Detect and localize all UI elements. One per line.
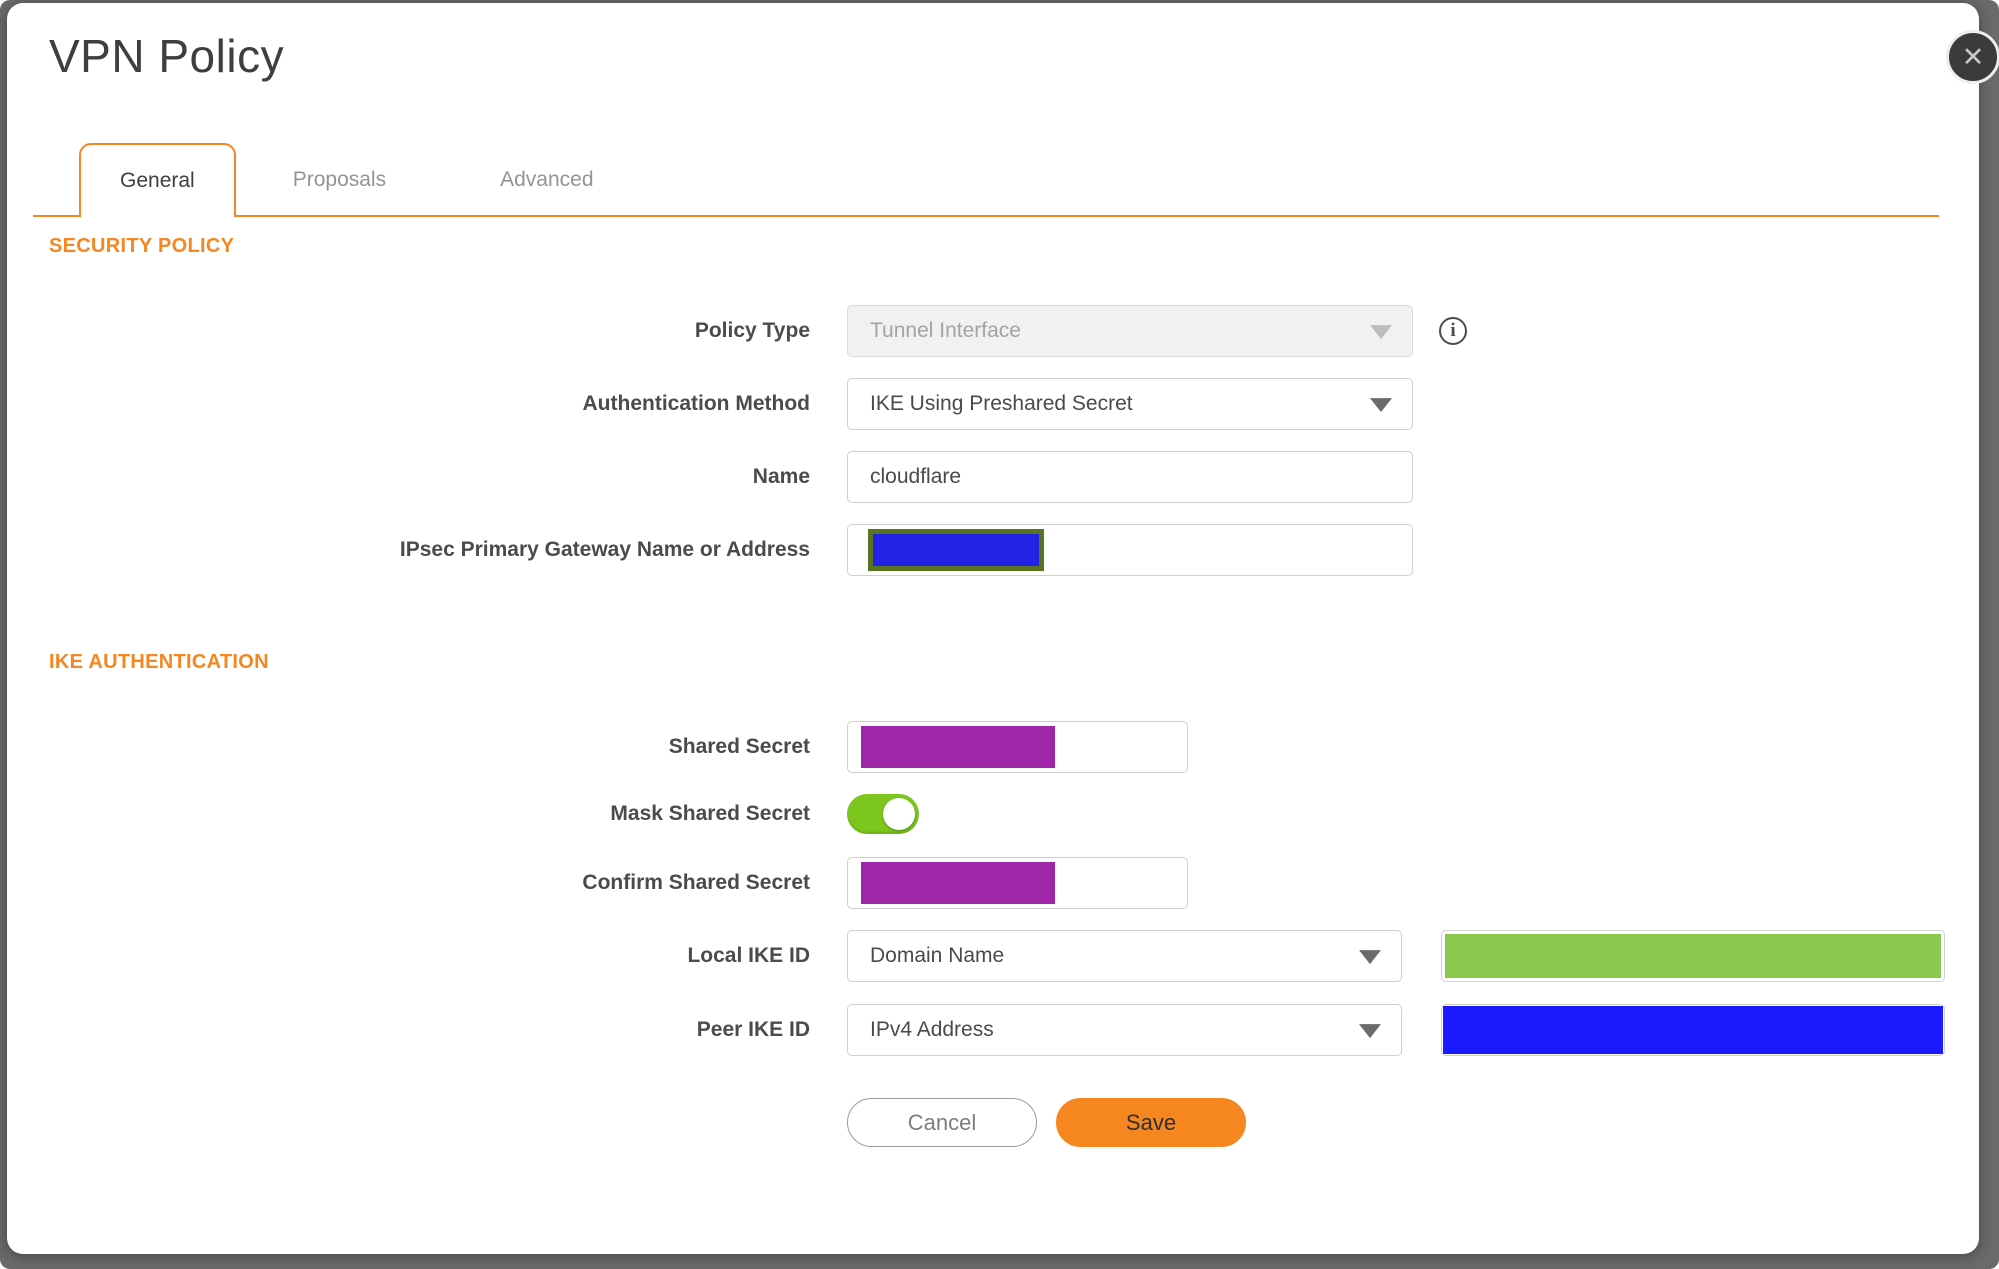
tab-proposals[interactable]: Proposals (236, 145, 443, 215)
shared-secret-row: Shared Secret (7, 721, 1979, 773)
local-ike-id-type: Domain Name (870, 944, 1005, 967)
save-button[interactable]: Save (1056, 1098, 1246, 1147)
peer-ike-id-value-field[interactable] (1441, 1004, 1945, 1056)
peer-ike-id-type: IPv4 Address (870, 1018, 994, 1041)
local-ike-id-value-field[interactable] (1441, 930, 1945, 982)
gateway-label: IPsec Primary Gateway Name or Address (399, 538, 810, 561)
tab-bar: General Proposals Advanced (33, 143, 1939, 217)
policy-type-select: Tunnel Interface (847, 305, 1413, 357)
toggle-knob (883, 798, 915, 830)
cancel-button[interactable]: Cancel (847, 1098, 1037, 1147)
gateway-input[interactable] (847, 524, 1413, 576)
name-input[interactable]: cloudflare (847, 451, 1413, 503)
chevron-down-icon (1359, 950, 1381, 965)
policy-type-value: Tunnel Interface (870, 319, 1021, 342)
action-buttons: Cancel Save (7, 1098, 1979, 1147)
shared-secret-label: Shared Secret (668, 735, 810, 758)
peer-ike-id-label: Peer IKE ID (696, 1018, 810, 1041)
local-ike-id-select[interactable]: Domain Name (847, 930, 1402, 982)
local-ike-id-row: Local IKE ID Domain Name (7, 930, 1979, 982)
redaction-block (868, 529, 1044, 571)
name-value: cloudflare (870, 465, 962, 488)
close-button[interactable]: ✕ (1946, 30, 1999, 84)
auth-method-value: IKE Using Preshared Secret (870, 392, 1133, 415)
redaction-block (861, 726, 1055, 768)
ike-authentication-heading: IKE AUTHENTICATION (49, 651, 269, 673)
redaction-block (1445, 934, 1941, 978)
chevron-down-icon (1370, 398, 1392, 413)
name-row: Name cloudflare (7, 451, 1979, 503)
auth-method-row: Authentication Method IKE Using Preshare… (7, 378, 1979, 430)
auth-method-label: Authentication Method (582, 392, 810, 415)
confirm-shared-secret-label: Confirm Shared Secret (582, 871, 810, 894)
tab-advanced[interactable]: Advanced (443, 145, 650, 215)
info-icon[interactable]: i (1439, 317, 1467, 345)
vpn-policy-dialog: VPN Policy General Proposals Advanced SE… (7, 3, 1979, 1254)
shared-secret-input[interactable] (847, 721, 1188, 773)
close-icon: ✕ (1961, 41, 1985, 72)
mask-shared-secret-row: Mask Shared Secret (7, 794, 1979, 834)
vpn-policy-page: VPN Policy General Proposals Advanced SE… (0, 0, 1999, 1269)
tab-general[interactable]: General (79, 143, 236, 217)
name-label: Name (752, 465, 810, 488)
security-policy-heading: SECURITY POLICY (49, 235, 235, 257)
peer-ike-id-select[interactable]: IPv4 Address (847, 1004, 1402, 1056)
auth-method-select[interactable]: IKE Using Preshared Secret (847, 378, 1413, 430)
mask-shared-secret-toggle[interactable] (847, 794, 919, 834)
mask-shared-secret-label: Mask Shared Secret (610, 802, 810, 825)
policy-type-row: Policy Type Tunnel Interface i (7, 305, 1979, 357)
local-ike-id-label: Local IKE ID (687, 944, 810, 967)
chevron-down-icon (1359, 1024, 1381, 1039)
confirm-shared-secret-input[interactable] (847, 857, 1188, 909)
redaction-block (1443, 1006, 1943, 1054)
chevron-down-icon (1370, 325, 1392, 340)
peer-ike-id-row: Peer IKE ID IPv4 Address (7, 1004, 1979, 1056)
policy-type-label: Policy Type (694, 319, 810, 342)
confirm-shared-secret-row: Confirm Shared Secret (7, 857, 1979, 909)
redaction-block (861, 862, 1055, 904)
page-title: VPN Policy (49, 30, 285, 82)
gateway-row: IPsec Primary Gateway Name or Address (7, 524, 1979, 576)
